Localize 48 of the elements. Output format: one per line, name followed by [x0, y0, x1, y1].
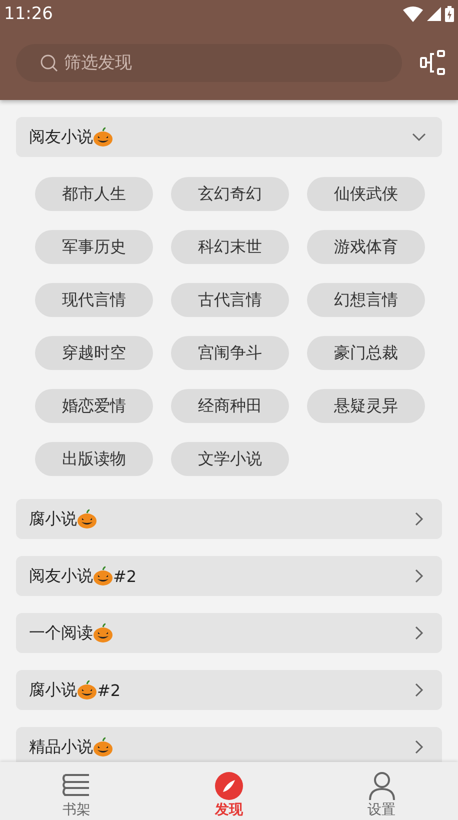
- nav-tab[interactable]: 书架: [0, 762, 153, 820]
- battery-icon: [445, 6, 454, 22]
- category-tag[interactable]: 婚恋爱情: [35, 389, 153, 423]
- group-title: 阅友小说: [29, 566, 93, 586]
- group-header[interactable]: 一个阅读: [16, 613, 442, 653]
- group-suffix: #2: [97, 680, 121, 700]
- structure-icon[interactable]: [420, 50, 446, 76]
- category-tag[interactable]: 文学小说: [171, 442, 289, 476]
- category-tag[interactable]: 现代言情: [35, 283, 153, 317]
- wifi-icon: [403, 6, 423, 22]
- category-tag[interactable]: 出版读物: [35, 442, 153, 476]
- pumpkin-icon: [93, 566, 113, 586]
- category-tag[interactable]: 穿越时空: [35, 336, 153, 370]
- pumpkin-icon: [93, 623, 113, 643]
- person-icon: [368, 771, 396, 801]
- category-tag[interactable]: 豪门总裁: [307, 336, 425, 370]
- pumpkin-icon: [93, 127, 113, 147]
- category-tag[interactable]: 科幻末世: [171, 230, 289, 264]
- group-header[interactable]: 腐小说: [16, 499, 442, 539]
- group-header[interactable]: 阅友小说: [16, 117, 442, 157]
- group-header[interactable]: 阅友小说 #2: [16, 556, 442, 596]
- group-title: 精品小说: [29, 736, 93, 758]
- pumpkin-icon: [77, 680, 97, 700]
- group-title: 一个阅读: [29, 622, 93, 644]
- search-field[interactable]: 筛选发现: [16, 44, 402, 82]
- category-tag[interactable]: 经商种田: [171, 389, 289, 423]
- category-tag[interactable]: 都市人生: [35, 177, 153, 211]
- pumpkin-icon: [93, 737, 113, 757]
- nav-tab[interactable]: 发现: [152, 762, 306, 820]
- category-tag[interactable]: 仙侠武侠: [307, 177, 425, 211]
- group-header[interactable]: 腐小说 #2: [16, 670, 442, 710]
- status-time: 11:26: [4, 4, 53, 24]
- category-tag[interactable]: 游戏体育: [307, 230, 425, 264]
- category-tag[interactable]: 玄幻奇幻: [171, 177, 289, 211]
- category-tag[interactable]: 军事历史: [35, 230, 153, 264]
- pumpkin-icon: [77, 509, 97, 529]
- group-title: 腐小说: [29, 508, 77, 530]
- group-suffix: #2: [113, 566, 137, 586]
- group-title: 阅友小说: [29, 126, 93, 148]
- category-tag[interactable]: 幻想言情: [307, 283, 425, 317]
- group-header[interactable]: 精品小说: [16, 727, 442, 762]
- category-tag[interactable]: 宫闱争斗: [171, 336, 289, 370]
- group-title: 腐小说: [29, 680, 77, 700]
- compass-icon: [214, 771, 244, 801]
- nav-tab[interactable]: 设置: [305, 762, 458, 820]
- signal-icon: [427, 7, 441, 21]
- category-tag[interactable]: 古代言情: [171, 283, 289, 317]
- category-tag[interactable]: 悬疑灵异: [307, 389, 425, 423]
